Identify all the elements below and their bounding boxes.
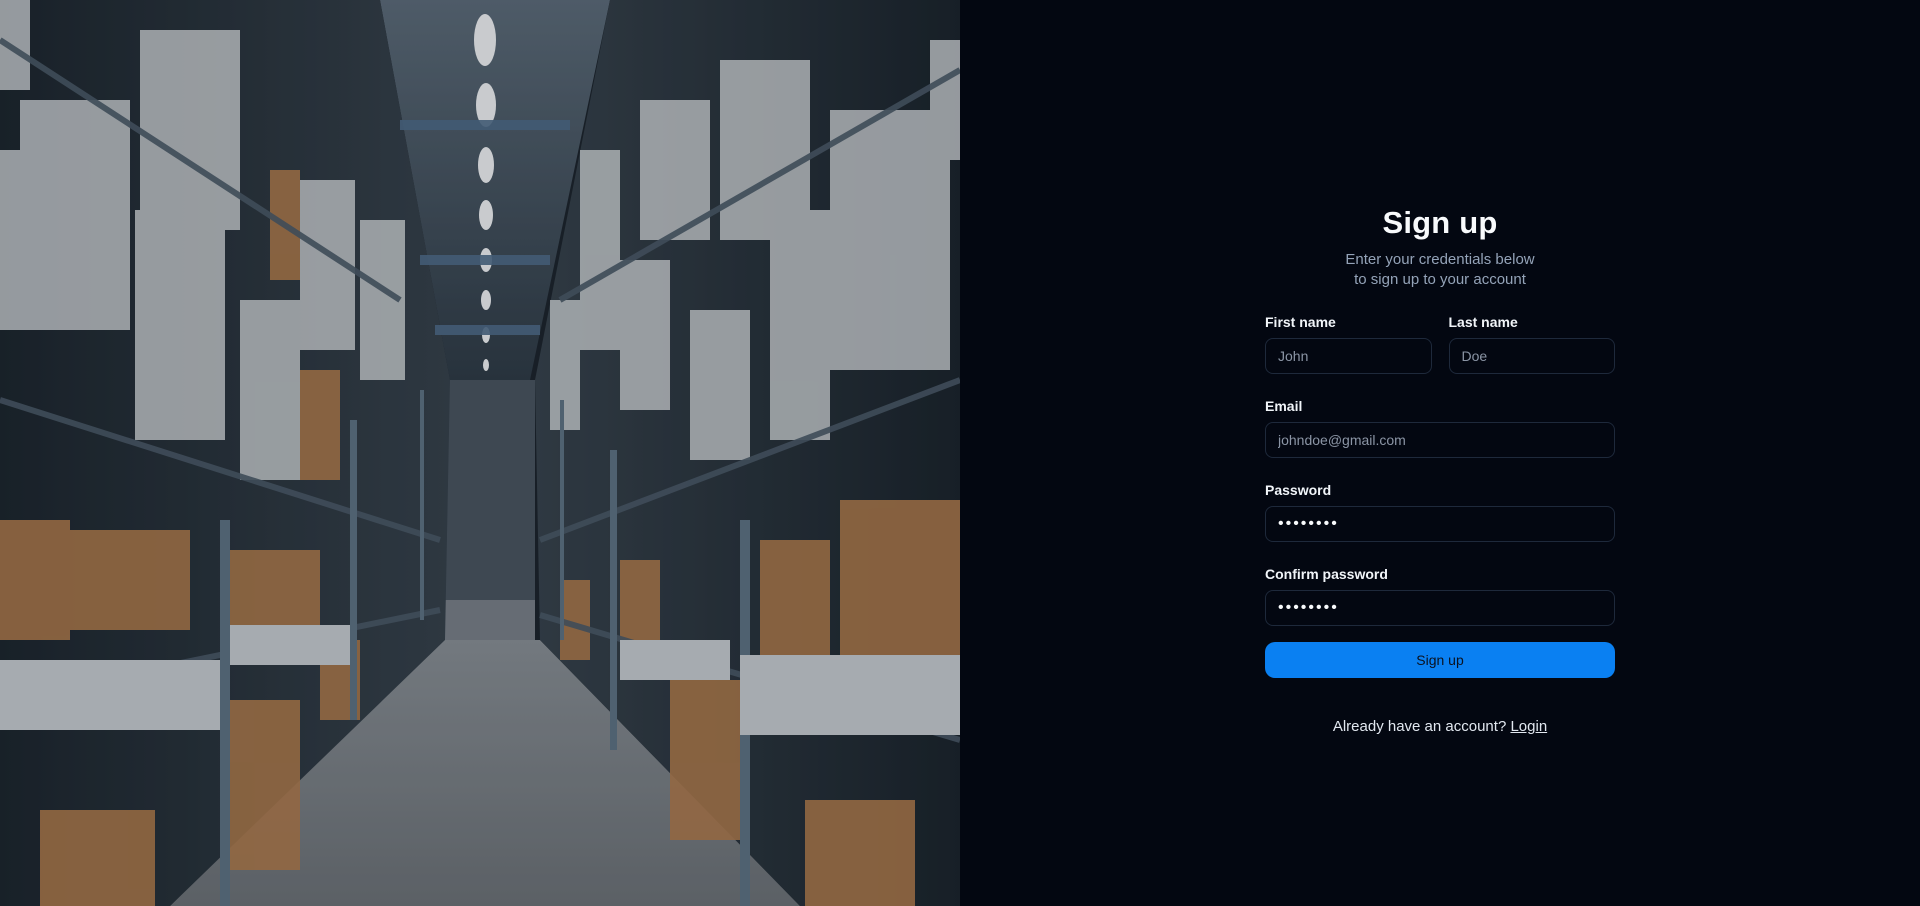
subtitle-line-1: Enter your credentials below <box>1345 251 1535 268</box>
login-prompt: Already have an account? Login <box>1265 718 1615 735</box>
login-link[interactable]: Login <box>1510 718 1547 735</box>
name-row: First name Last name <box>1265 312 1615 374</box>
email-input[interactable] <box>1265 422 1615 458</box>
last-name-input[interactable] <box>1448 338 1615 374</box>
password-label: Password <box>1265 482 1332 498</box>
first-name-input[interactable] <box>1265 338 1432 374</box>
signup-form: Sign up Enter your credentials below to … <box>1265 200 1615 735</box>
first-name-group: First name <box>1265 312 1432 374</box>
last-name-group: Last name <box>1448 312 1615 374</box>
subtitle-line-2: to sign up to your account <box>1354 271 1526 288</box>
confirm-password-input[interactable] <box>1265 590 1615 626</box>
page-subtitle: Enter your credentials below to sign up … <box>1265 250 1615 290</box>
email-group: Email <box>1265 396 1615 458</box>
signup-page: Sign up Enter your credentials below to … <box>0 0 1920 906</box>
page-title: Sign up <box>1382 205 1498 240</box>
auth-panel: Sign up Enter your credentials below to … <box>960 0 1920 906</box>
login-prompt-text: Already have an account? <box>1332 718 1507 735</box>
email-label: Email <box>1265 398 1303 414</box>
warehouse-hero-image <box>0 0 960 906</box>
warehouse-illustration <box>0 0 960 906</box>
password-input[interactable] <box>1265 506 1615 542</box>
first-name-label: First name <box>1265 314 1336 330</box>
last-name-label: Last name <box>1448 314 1518 330</box>
confirm-password-group: Confirm password <box>1265 564 1615 626</box>
signup-button[interactable]: Sign up <box>1265 642 1615 678</box>
confirm-password-label: Confirm password <box>1265 566 1388 582</box>
password-group: Password <box>1265 480 1615 542</box>
